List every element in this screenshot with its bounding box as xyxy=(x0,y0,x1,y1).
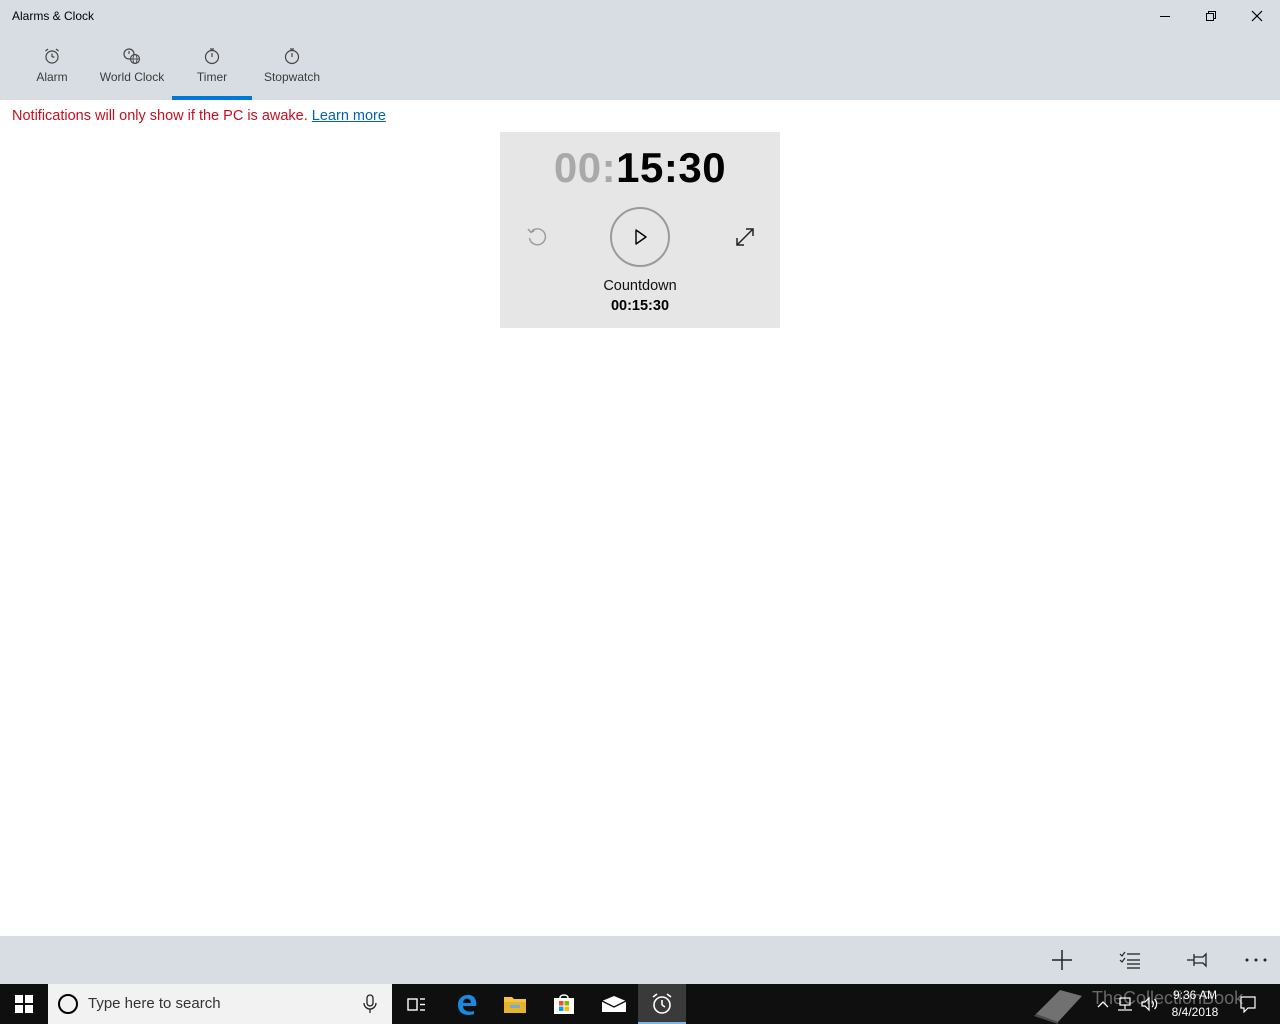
more-button[interactable] xyxy=(1236,940,1276,980)
select-icon xyxy=(1119,951,1140,969)
file-explorer-button[interactable] xyxy=(491,984,539,1024)
play-icon xyxy=(635,229,647,245)
timer-separator: : xyxy=(601,144,617,191)
store-icon xyxy=(554,994,574,1014)
search-placeholder: Type here to search xyxy=(88,995,221,1012)
edge-icon xyxy=(458,994,477,1015)
volume-button[interactable] xyxy=(1138,984,1162,1024)
close-icon xyxy=(1251,10,1263,22)
windows-logo-icon xyxy=(15,995,33,1013)
mail-icon xyxy=(601,996,627,1012)
show-hidden-icons-button[interactable] xyxy=(1094,984,1112,1024)
add-timer-button[interactable] xyxy=(1042,940,1082,980)
network-button[interactable] xyxy=(1114,984,1136,1024)
taskbar-clock[interactable]: 9:36 AM 8/4/2018 xyxy=(1164,987,1226,1021)
volume-icon xyxy=(1141,996,1158,1012)
mail-button[interactable] xyxy=(590,984,638,1024)
pin-icon xyxy=(1187,952,1207,968)
stopwatch-icon xyxy=(284,48,300,65)
tab-alarm-label: Alarm xyxy=(36,70,68,84)
notification-warning: Notifications will only show if the PC i… xyxy=(12,108,386,124)
task-view-button[interactable] xyxy=(392,984,440,1024)
play-button[interactable] xyxy=(610,207,670,267)
file-explorer-icon xyxy=(504,997,526,1013)
tab-stopwatch-label: Stopwatch xyxy=(263,70,321,84)
more-icon xyxy=(1245,958,1267,962)
tab-timer-label: Timer xyxy=(196,70,228,84)
chevron-up-icon xyxy=(1097,1001,1109,1008)
close-button[interactable] xyxy=(1234,0,1280,32)
tab-alarm[interactable]: Alarm xyxy=(22,44,82,100)
taskbar: Type here to search TheCollectionBook 9:… xyxy=(0,984,1280,1024)
alarms-icon xyxy=(652,993,672,1014)
notification-warning-text: Notifications will only show if the PC i… xyxy=(12,108,308,124)
microphone-icon[interactable] xyxy=(362,994,378,1014)
title-bar: Alarms & Clock Alarm World Clock Timer S… xyxy=(0,0,1280,100)
store-button[interactable] xyxy=(540,984,588,1024)
learn-more-link[interactable]: Learn more xyxy=(312,108,386,124)
reset-button[interactable] xyxy=(522,222,552,252)
timer-hours: 00 xyxy=(553,144,602,191)
world-clock-icon xyxy=(123,48,141,65)
edge-button[interactable] xyxy=(443,984,491,1024)
expand-button[interactable] xyxy=(730,222,760,252)
reset-icon xyxy=(527,228,547,246)
tab-world-clock-label: World Clock xyxy=(99,70,165,84)
start-button[interactable] xyxy=(0,984,48,1024)
timer-card[interactable]: 00:15:30 Countdown 00:15:30 xyxy=(500,132,780,328)
add-icon xyxy=(1052,950,1072,970)
command-bar xyxy=(0,936,1280,984)
app-title: Alarms & Clock xyxy=(12,9,95,23)
timer-minutes-seconds: 15:30 xyxy=(616,144,727,191)
expand-icon xyxy=(736,228,754,246)
minimize-button[interactable] xyxy=(1142,0,1188,32)
timer-icon xyxy=(204,48,220,65)
taskbar-search-box[interactable]: Type here to search xyxy=(48,984,392,1024)
minimize-icon xyxy=(1160,16,1170,17)
tab-timer[interactable]: Timer xyxy=(172,44,252,100)
tab-world-clock[interactable]: World Clock xyxy=(96,44,168,100)
clock-date: 8/4/2018 xyxy=(1171,1005,1219,1019)
task-view-icon xyxy=(407,998,425,1011)
cortana-icon xyxy=(58,994,78,1014)
tab-stopwatch[interactable]: Stopwatch xyxy=(258,44,326,100)
alarms-app-button[interactable] xyxy=(638,984,686,1024)
clock-time: 9:36 AM xyxy=(1172,988,1218,1002)
selected-tab-indicator xyxy=(172,96,252,100)
alarm-clock-icon xyxy=(45,48,59,64)
timer-name: Countdown xyxy=(603,278,677,294)
timer-display: 00:15:30 xyxy=(500,144,780,192)
select-button[interactable] xyxy=(1110,940,1150,980)
notification-icon xyxy=(1240,996,1256,1013)
action-center-button[interactable] xyxy=(1234,984,1262,1024)
restore-icon xyxy=(1206,11,1216,21)
pin-button[interactable] xyxy=(1178,940,1218,980)
watermark-book-icon xyxy=(1034,990,1082,1024)
restore-button[interactable] xyxy=(1188,0,1234,32)
timer-duration: 00:15:30 xyxy=(610,298,670,314)
network-icon xyxy=(1118,997,1132,1011)
